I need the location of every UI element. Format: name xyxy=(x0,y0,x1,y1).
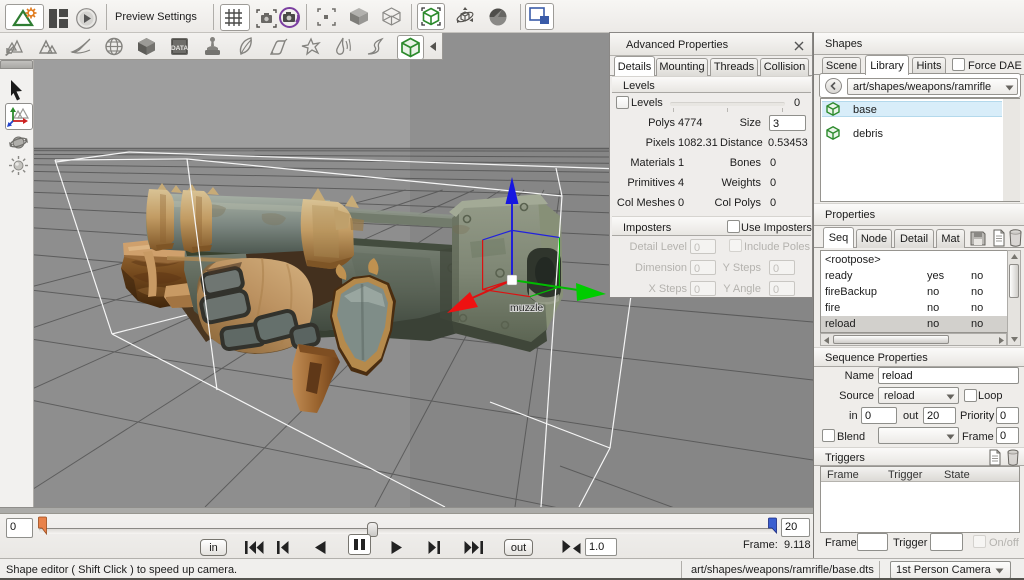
svg-text:muzzle: muzzle xyxy=(510,302,543,314)
svg-text:DATA: DATA xyxy=(171,45,188,52)
